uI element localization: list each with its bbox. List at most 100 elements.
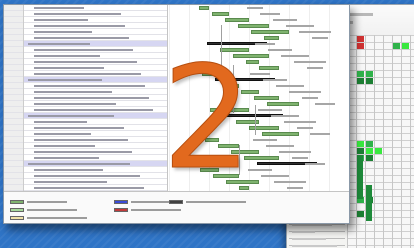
gantt-bar-label bbox=[312, 37, 328, 39]
task-name-blur bbox=[34, 31, 92, 33]
grid-cell-marker[interactable] bbox=[357, 78, 364, 84]
grid-row-label-blur bbox=[292, 245, 337, 247]
grid-cell-marker[interactable] bbox=[393, 43, 400, 49]
task-name-blur bbox=[34, 121, 87, 123]
task-gantt-bar[interactable] bbox=[225, 18, 249, 22]
grid-cell-marker[interactable] bbox=[357, 141, 364, 147]
task-name-blur bbox=[28, 115, 114, 117]
grid-cell-marker[interactable] bbox=[366, 155, 373, 161]
grid-cell-marker[interactable] bbox=[357, 43, 364, 49]
task-gantt-bar[interactable] bbox=[251, 30, 289, 34]
gantt-bar-label bbox=[266, 145, 294, 147]
task-gantt-bar[interactable] bbox=[249, 126, 279, 130]
row-id-column bbox=[4, 5, 24, 191]
gantt-bar-label bbox=[310, 133, 330, 135]
gantt-bar-label bbox=[315, 103, 335, 105]
task-gantt-bar[interactable] bbox=[212, 12, 229, 16]
task-name-blur bbox=[34, 49, 133, 51]
gantt-bar-label bbox=[302, 97, 318, 99]
gantt-bar-label bbox=[274, 181, 306, 183]
blue-swatch bbox=[114, 199, 128, 204]
dependency-line bbox=[255, 105, 256, 135]
gantt-bar-label bbox=[305, 163, 325, 165]
grid-allocation-strip bbox=[357, 155, 363, 199]
task-name-blur bbox=[34, 13, 121, 15]
task-gantt-bar[interactable] bbox=[259, 66, 279, 70]
gantt-bar-label bbox=[297, 127, 313, 129]
task-name-blur bbox=[34, 181, 107, 183]
gantt-bar-label bbox=[289, 91, 321, 93]
desktop-scene: 2 bbox=[0, 0, 414, 248]
grid-cell-marker[interactable] bbox=[402, 43, 409, 49]
grid-row-label-blur bbox=[292, 224, 332, 226]
grid-cell-marker[interactable] bbox=[366, 78, 373, 84]
grid-cell-marker[interactable] bbox=[357, 71, 364, 77]
task-name-blur bbox=[34, 145, 95, 147]
gantt-bar-label bbox=[287, 187, 303, 189]
legend-label-blur bbox=[27, 200, 67, 203]
legend-item bbox=[10, 198, 67, 205]
gantt-bar-label bbox=[260, 13, 280, 15]
task-name-blur bbox=[34, 139, 128, 141]
legend-label-blur bbox=[131, 208, 181, 211]
task-name-blur bbox=[34, 103, 116, 105]
gantt-bar-label bbox=[286, 25, 314, 27]
task-gantt-bar[interactable] bbox=[264, 36, 279, 40]
task-name-blur bbox=[34, 85, 145, 87]
gantt-bar-label bbox=[253, 139, 277, 141]
task-gantt-bar[interactable] bbox=[238, 24, 269, 28]
task-name-blur bbox=[34, 67, 104, 69]
gantt-bar-label bbox=[279, 151, 311, 153]
legend-item bbox=[10, 214, 87, 221]
grid-allocation-strip bbox=[366, 185, 372, 221]
task-name-blur bbox=[34, 133, 91, 135]
task-name-blur bbox=[34, 7, 84, 9]
grid-cell-marker[interactable] bbox=[375, 148, 382, 154]
task-name-blur bbox=[28, 79, 102, 81]
grid-cell-marker[interactable] bbox=[366, 71, 373, 77]
gantt-bar-label bbox=[292, 157, 308, 159]
task-name-blur bbox=[28, 163, 130, 165]
task-gantt-bar[interactable] bbox=[262, 132, 299, 136]
light-green-swatch bbox=[10, 207, 24, 212]
grid-cell-marker[interactable] bbox=[357, 36, 364, 42]
gantt-bar-label bbox=[255, 43, 275, 45]
task-name-blur bbox=[34, 127, 124, 129]
legend-label-blur bbox=[27, 208, 77, 211]
legend-item bbox=[114, 206, 181, 213]
grid-cell-marker[interactable] bbox=[366, 141, 373, 147]
task-name-blur bbox=[34, 25, 125, 27]
task-gantt-bar[interactable] bbox=[267, 102, 299, 106]
resource-grid bbox=[347, 35, 414, 248]
task-name-blur bbox=[34, 55, 100, 57]
gantt-bar-label bbox=[284, 121, 316, 123]
gantt-bar-label bbox=[271, 115, 299, 117]
task-name-blur bbox=[28, 43, 90, 45]
grid-cell-marker[interactable] bbox=[366, 148, 373, 154]
gantt-bar-label bbox=[294, 61, 326, 63]
grid-cell-marker[interactable] bbox=[357, 211, 364, 217]
task-name-blur bbox=[34, 109, 153, 111]
task-name-blur bbox=[34, 157, 99, 159]
gantt-bar-label bbox=[273, 19, 297, 21]
grid-row-label-blur bbox=[292, 231, 315, 233]
gantt-bar-label bbox=[258, 109, 282, 111]
task-gantt-bar[interactable] bbox=[254, 96, 279, 100]
gantt-bar-label bbox=[247, 7, 263, 9]
task-gantt-bar[interactable] bbox=[199, 6, 209, 10]
green-bar-swatch bbox=[10, 199, 24, 204]
task-name-blur bbox=[34, 91, 112, 93]
grid-row-label-blur bbox=[292, 238, 326, 240]
task-name-blur bbox=[34, 175, 140, 177]
grid-cell-marker[interactable] bbox=[357, 148, 364, 154]
task-name-blur bbox=[34, 187, 144, 189]
gantt-bar-label bbox=[261, 175, 289, 177]
gantt-bar-label bbox=[307, 67, 323, 69]
task-name-blur bbox=[34, 169, 103, 171]
task-name-column bbox=[24, 5, 168, 191]
task-name-blur bbox=[34, 37, 129, 39]
gantt-bar-label bbox=[299, 31, 331, 33]
red-swatch bbox=[114, 207, 128, 212]
legend-label-blur bbox=[27, 216, 87, 219]
task-name-blur bbox=[34, 61, 137, 63]
